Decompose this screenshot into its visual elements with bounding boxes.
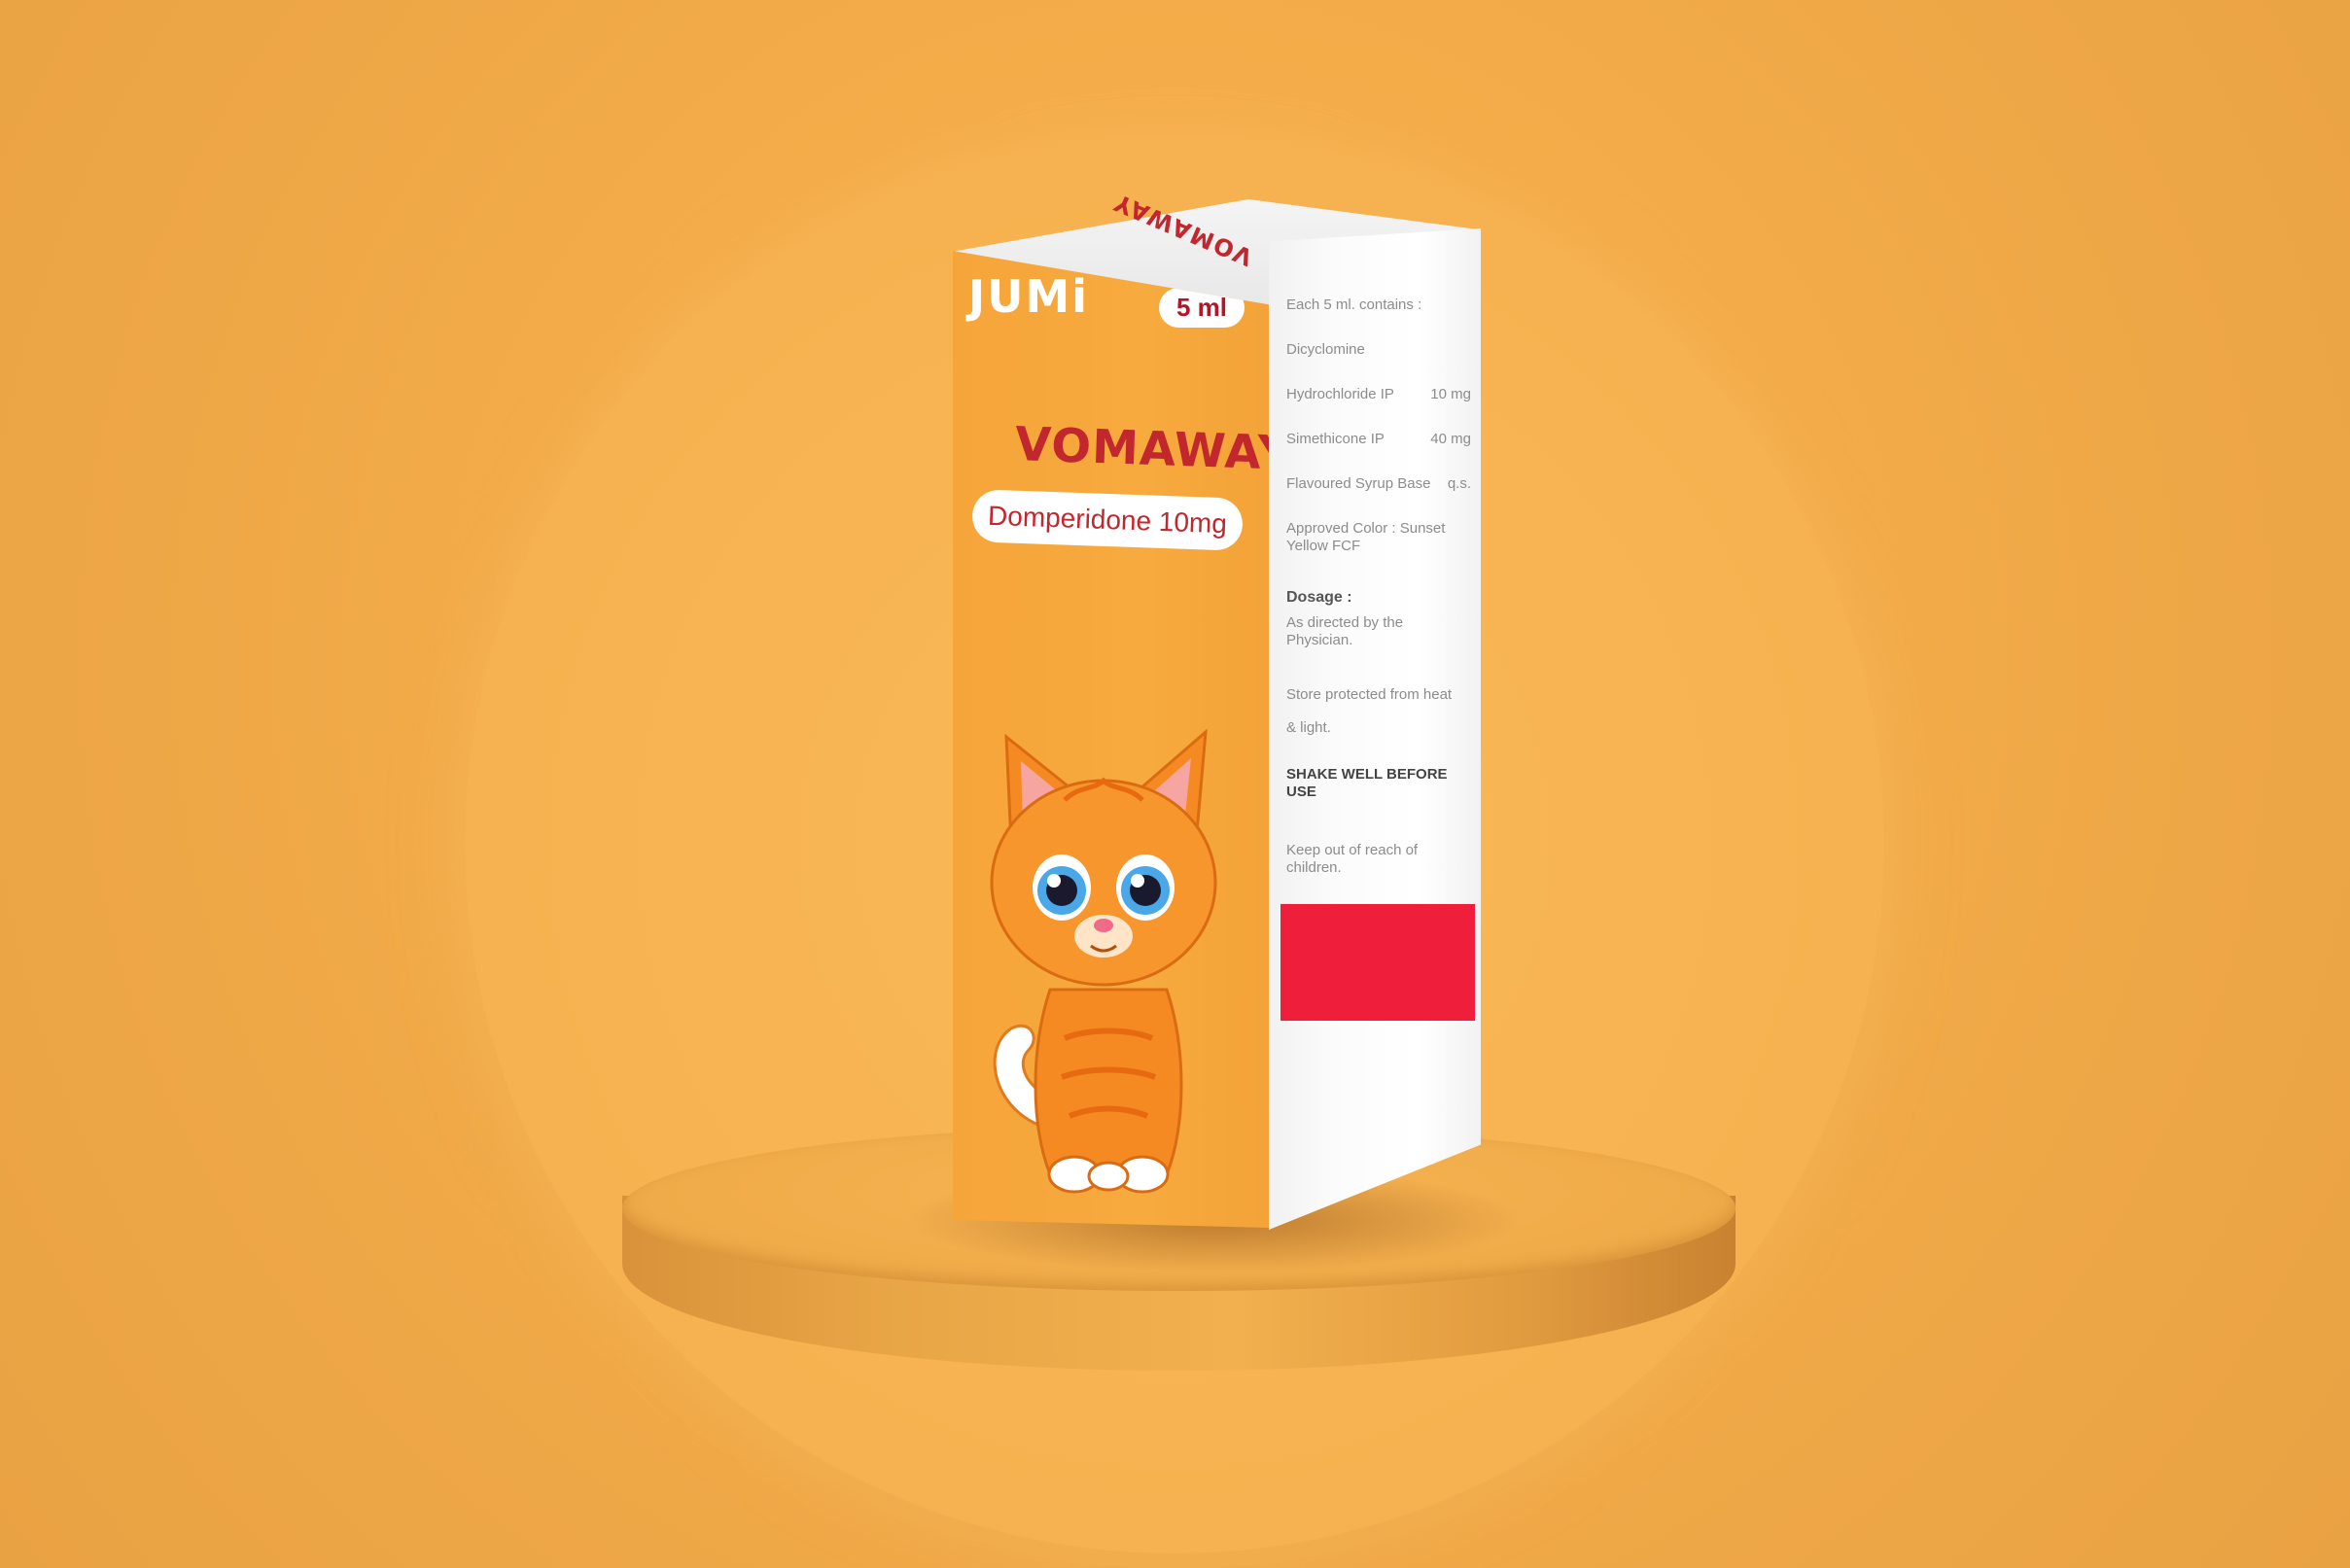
children-warning: Keep out of reach of children. xyxy=(1286,842,1419,877)
generic-name-pill: Domperidone 10mg xyxy=(971,489,1244,551)
ingredient-row: Simethicone IP 40 mg xyxy=(1286,431,1471,447)
ingredient-row: Dicyclomine xyxy=(1286,341,1365,358)
contains-heading: Each 5 ml. contains : xyxy=(1286,296,1422,313)
kitten-nose xyxy=(1094,919,1113,932)
side-panel-text: Each 5 ml. contains : Dicyclomine Hydroc… xyxy=(1286,296,1471,877)
red-warning-label xyxy=(1280,904,1475,1021)
kitten-body xyxy=(1034,988,1183,1176)
dosage-label: Dosage : xyxy=(1286,589,1352,606)
storage-line-2: & light. xyxy=(1286,719,1331,737)
ingredient-row: Hydrochloride IP 10 mg xyxy=(1286,386,1471,402)
brand-logo: JUMi xyxy=(968,270,1090,323)
box-front-face: JUMi 5 ml VOMAWAY Domperidone 10mg xyxy=(953,251,1269,1228)
ingredient-row: Flavoured Syrup Base q.s. xyxy=(1286,475,1471,492)
kitten-illustration xyxy=(990,728,1217,1194)
shake-warning: SHAKE WELL BEFORE USE xyxy=(1286,766,1448,801)
box-side-face: Each 5 ml. contains : Dicyclomine Hydroc… xyxy=(1269,228,1481,1230)
dosage-text: As directed by the Physician. xyxy=(1286,614,1404,649)
ingredient-row: Approved Color : Sunset Yellow FCF xyxy=(1286,520,1446,554)
product-name: VOMAWAY xyxy=(1014,417,1269,481)
storage-line-1: Store protected from heat xyxy=(1286,686,1453,704)
